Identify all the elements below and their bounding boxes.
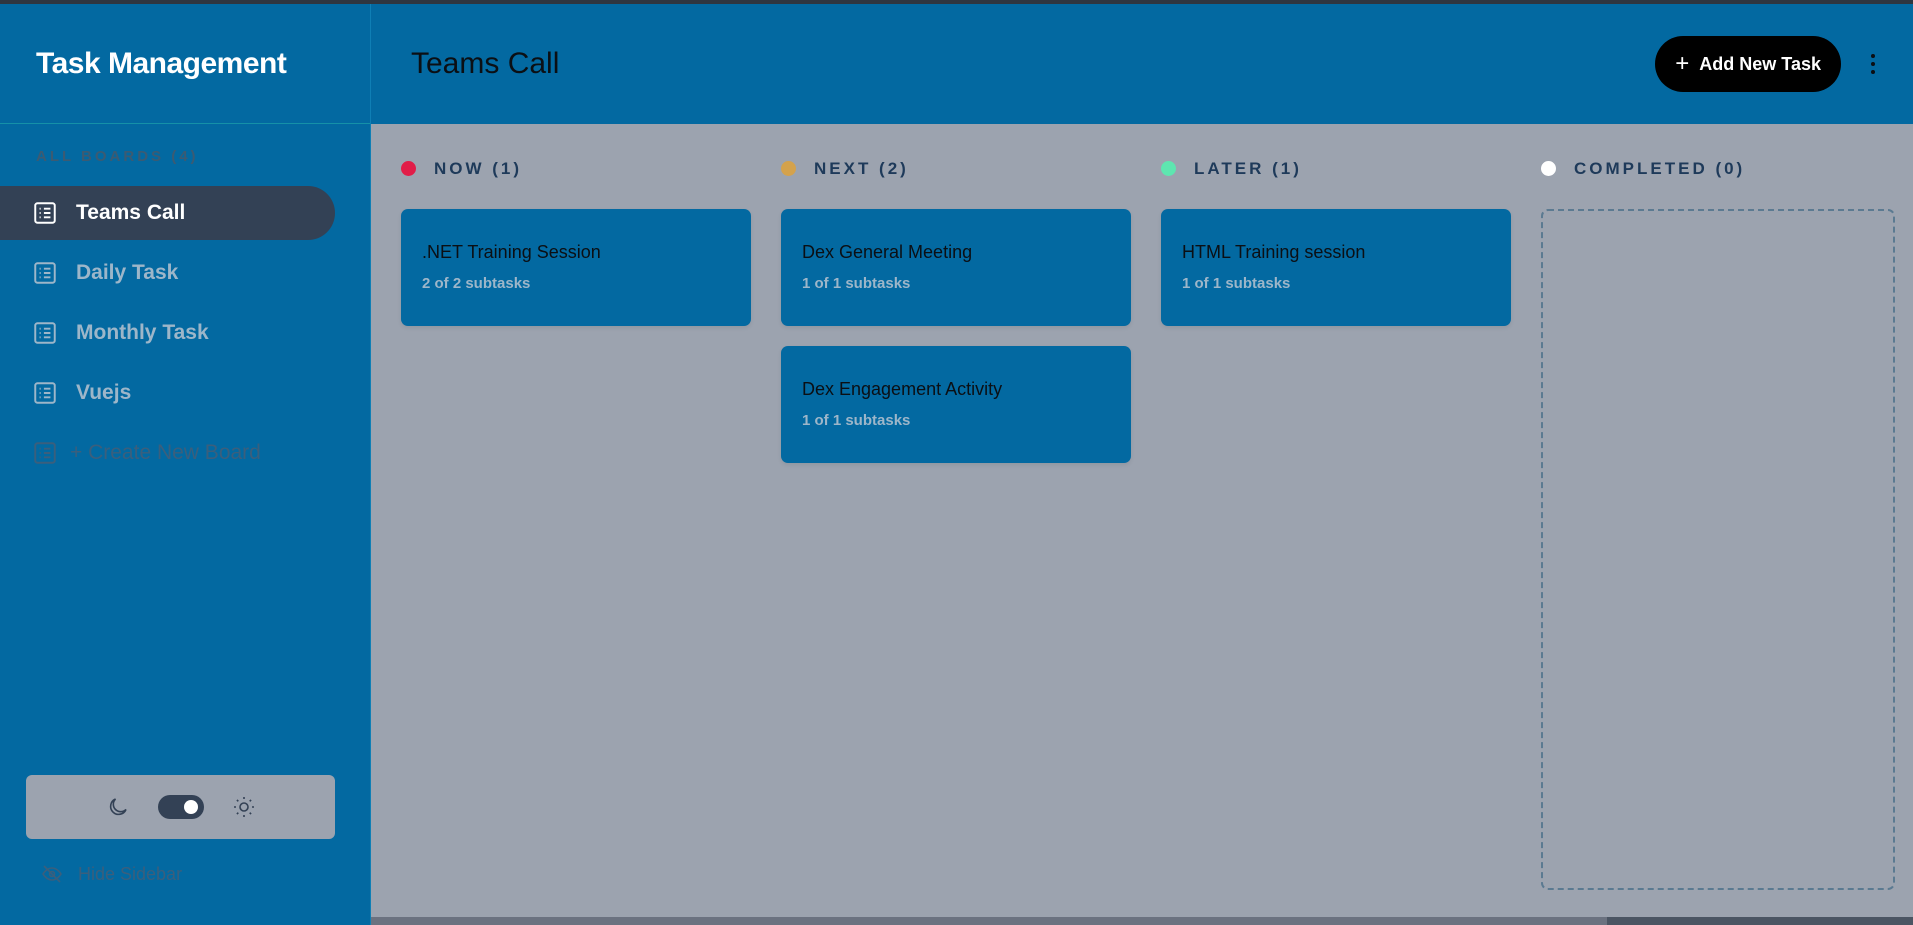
column-later: LATER (1) HTML Training session 1 of 1 s… [1131,124,1511,346]
brand: Task Management [0,4,370,124]
task-card[interactable]: .NET Training Session 2 of 2 subtasks [401,209,751,326]
create-new-board-button[interactable]: + Create New Board [0,426,335,480]
kebab-menu-icon[interactable] [1863,44,1883,84]
column-label: COMPLETED (0) [1574,158,1746,178]
eye-off-icon [40,862,64,886]
top-header: Teams Call + Add New Task [371,4,1913,124]
board-icon [32,260,58,286]
column-completed: COMPLETED (0) [1511,124,1895,890]
column-header: LATER (1) [1131,124,1481,209]
sidebar: Task Management ALL BOARDS (4) Teams Cal… [0,4,371,925]
status-dot [401,161,416,176]
board-icon [32,200,58,226]
task-title: HTML Training session [1182,242,1366,262]
board-columns: NOW (1) .NET Training Session 2 of 2 sub… [371,124,1913,917]
all-boards-label: ALL BOARDS (4) [36,148,199,165]
column-label: NEXT (2) [814,158,909,178]
task-title: .NET Training Session [422,242,601,262]
sidebar-item-label: Vuejs [76,381,132,404]
board-icon [32,320,58,346]
hide-sidebar-button[interactable]: Hide Sidebar [40,862,182,886]
sun-icon [232,795,256,819]
sidebar-item-teams-call[interactable]: Teams Call [0,186,335,240]
column-label: LATER (1) [1194,158,1302,178]
toggle-knob [183,800,198,814]
column-header: NEXT (2) [751,124,1101,209]
column-next: NEXT (2) Dex General Meeting 1 of 1 subt… [751,124,1131,483]
column-header: COMPLETED (0) [1511,124,1861,209]
sidebar-item-label: Daily Task [76,261,179,284]
horizontal-scrollbar[interactable] [371,917,1913,925]
plus-icon: + [1675,50,1690,77]
task-subtasks: 1 of 1 subtasks [802,275,911,292]
theme-toggle[interactable] [157,795,204,819]
task-card[interactable]: HTML Training session 1 of 1 subtasks [1161,209,1511,326]
create-new-board-label: + Create New Board [70,441,261,464]
add-new-task-button[interactable]: + Add New Task [1655,36,1841,92]
task-card[interactable]: Dex Engagement Activity 1 of 1 subtasks [781,346,1131,463]
status-dot [1541,161,1556,176]
theme-switcher [26,775,335,839]
empty-column-dropzone[interactable] [1541,209,1895,890]
task-title: Dex Engagement Activity [802,379,1003,399]
board-title: Teams Call [411,47,560,80]
column-now: NOW (1) .NET Training Session 2 of 2 sub… [371,124,751,346]
task-subtasks: 2 of 2 subtasks [422,275,531,292]
sidebar-item-daily-task[interactable]: Daily Task [0,246,335,300]
status-dot [781,161,796,176]
task-title: Dex General Meeting [802,242,973,262]
board-icon [32,380,58,406]
add-new-task-label: Add New Task [1699,53,1821,74]
task-card[interactable]: Dex General Meeting 1 of 1 subtasks [781,209,1131,326]
sidebar-item-label: Teams Call [76,201,186,224]
column-header: NOW (1) [371,124,721,209]
hide-sidebar-label: Hide Sidebar [78,863,183,884]
window-top-strip [0,0,1913,4]
status-dot [1161,161,1176,176]
sidebar-item-label: Monthly Task [76,321,209,344]
board-icon [32,440,58,466]
sidebar-item-monthly-task[interactable]: Monthly Task [0,306,335,360]
column-label: NOW (1) [434,158,523,178]
sidebar-item-vuejs[interactable]: Vuejs [0,366,335,420]
app-title: Task Management [36,46,287,80]
task-subtasks: 1 of 1 subtasks [1182,275,1291,292]
moon-icon [106,795,130,819]
task-subtasks: 1 of 1 subtasks [802,412,911,429]
scrollbar-thumb[interactable] [371,917,1607,925]
